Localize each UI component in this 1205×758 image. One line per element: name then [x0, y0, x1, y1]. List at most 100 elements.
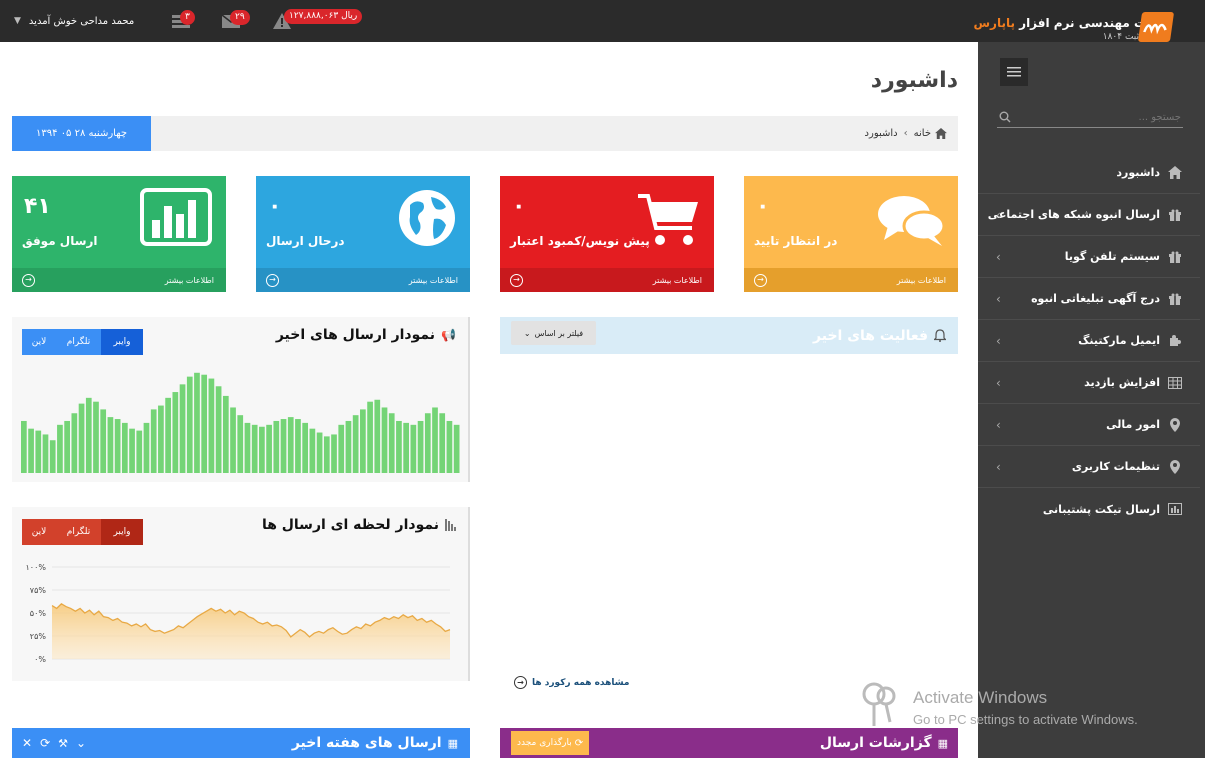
chart-bar [266, 424, 272, 473]
chart-bar [35, 430, 42, 473]
chart-bar [143, 422, 150, 473]
chart-bar [323, 436, 330, 473]
sidebar-item-user-settings[interactable]: ‹ تنظیمات کاربری [978, 446, 1200, 488]
sidebar-item-traffic[interactable]: ‹ افزایش بازدید [978, 362, 1200, 404]
tile-successful-sends: ۴۱ ارسال موفق → اطلاعات بیشتر [12, 176, 226, 292]
chevron-down-icon[interactable]: ⌄ [76, 736, 86, 750]
chart-bar [259, 426, 265, 473]
send-reports-title: ▦ گزارشات ارسال [819, 735, 948, 751]
y-tick-label: ۵۰% [30, 609, 47, 618]
chart-bar [222, 395, 229, 473]
chart-bar [396, 420, 402, 473]
recent-sends-bar-chart [21, 372, 460, 473]
tab-telegram[interactable]: تلگرام [56, 329, 101, 355]
tile-number: ۰ [268, 194, 282, 219]
sidebar-item-finance[interactable]: ‹ امور مالی [978, 404, 1200, 446]
brand: شرکت مهندسی نرم افزار پاپارس ثبت ۱۸۰۴ [923, 4, 1173, 42]
chart-bar [432, 407, 438, 473]
tab-viber[interactable]: وایبر [101, 519, 143, 545]
tile-label: درحال ارسال [266, 234, 345, 248]
chart-bar [453, 424, 460, 473]
chevron-left-icon: ‹ [996, 459, 1001, 474]
home-icon [935, 128, 947, 139]
search-icon[interactable] [999, 111, 1011, 123]
weekly-sends-header: ✕ ⟳ ⚒ ⌄ ▦ ارسال های هفته اخیر [12, 728, 470, 758]
chart-bar [273, 420, 280, 473]
bar-chart-icon [140, 188, 212, 246]
filter-dropdown[interactable]: ⌄ فیلتر بر اساس [511, 321, 596, 345]
mail-button[interactable]: ۲۹ [222, 0, 250, 42]
company-name: شرکت مهندسی نرم افزار پاپارس [973, 16, 1173, 30]
chevron-left-icon: ‹ [996, 333, 1001, 348]
wrench-icon[interactable]: ⚒ [58, 737, 68, 750]
tile-footer[interactable]: → اطلاعات بیشتر [500, 268, 714, 292]
tab-line[interactable]: لاین [22, 329, 56, 355]
tile-footer[interactable]: → اطلاعات بیشتر [744, 268, 958, 292]
chart-bar [309, 428, 316, 473]
chart-bar [49, 440, 56, 473]
sidebar-item-ads[interactable]: ‹ درج آگهی تبلیغاتی انبوه [978, 278, 1200, 320]
chart-bar [446, 420, 453, 473]
comments-icon [878, 196, 946, 246]
chart-bar [360, 409, 366, 473]
chart-bar [280, 419, 287, 473]
chart-bar [374, 399, 381, 473]
y-tick-label: ۰% [34, 655, 46, 664]
tile-label: در انتظار تایید [754, 234, 838, 248]
tab-line[interactable]: لاین [22, 519, 56, 545]
sidebar-item-social-bulk[interactable]: ‹ ارسال انبوه شبکه های اجتماعی [978, 194, 1200, 236]
chart-bar [165, 397, 171, 473]
search-input[interactable] [1015, 108, 1181, 126]
chart-bar [410, 424, 417, 473]
refresh-icon[interactable]: ⟳ [40, 736, 50, 750]
sidebar-item-ivr[interactable]: ‹ سیستم تلفن گویا [978, 236, 1200, 278]
chart-bar [42, 434, 49, 473]
realtime-chart-title: نمودار لحظه ای ارسال ها [262, 517, 456, 533]
y-tick-label: ۷۵% [30, 586, 47, 595]
chevron-left-icon: ‹ [996, 417, 1001, 432]
map-marker-icon [1168, 417, 1182, 432]
chart-bar [439, 413, 446, 473]
breadcrumb-home-link[interactable]: خانه [914, 128, 931, 139]
user-menu[interactable]: ▼ محمد مداحی خوش آمدید [14, 0, 134, 42]
credit-button[interactable]: ۱۲۷,۸۸۸,۰۶۳ ریال [272, 0, 372, 42]
arrow-circle-icon: → [22, 273, 35, 287]
watermark-line1: Activate Windows [913, 688, 1048, 707]
weekly-sends-title: ▦ ارسال های هفته اخیر [291, 735, 458, 751]
chart-bar [150, 409, 157, 473]
date-box: چهارشنبه ۲۸ ۰۵ ۱۳۹۴ [12, 116, 151, 151]
tile-number: ۰ [512, 194, 526, 219]
mail-badge: ۲۹ [230, 10, 250, 25]
tile-label: ارسال موفق [22, 234, 98, 248]
sidebar-item-email-marketing[interactable]: ‹ ایمیل مارکتینگ [978, 320, 1200, 362]
watermark-line2: Go to PC settings to activate Windows. [913, 712, 1138, 727]
close-icon[interactable]: ✕ [22, 736, 32, 750]
view-all-records-link[interactable]: → مشاهده همه رکورد ها [514, 676, 629, 689]
key-icon [862, 682, 896, 726]
reload-button[interactable]: بارگذاری مجدد ⟳ [511, 731, 590, 755]
chart-bar [100, 409, 107, 473]
chart-bar [331, 434, 337, 473]
sidebar-item-dashboard[interactable]: داشبورد [978, 152, 1200, 194]
chart-bar [345, 420, 352, 473]
page-title: داشبورد [870, 68, 958, 93]
tab-viber[interactable]: وایبر [101, 329, 143, 355]
tab-telegram[interactable]: تلگرام [56, 519, 101, 545]
recent-sends-panel: لاین تلگرام وایبر 📢 نمودار ارسال های اخی… [12, 317, 470, 482]
chart-bar [158, 405, 164, 473]
arrow-circle-icon: → [514, 676, 527, 689]
user-welcome-label: محمد مداحی خوش آمدید [28, 15, 135, 27]
y-tick-label: ۲۵% [30, 632, 47, 641]
tile-number: ۴۱ [24, 194, 51, 219]
tile-footer[interactable]: → اطلاعات بیشتر [256, 268, 470, 292]
tile-pending-approval: ۰ در انتظار تایید → اطلاعات بیشتر [744, 176, 958, 292]
menu-toggle-button[interactable] [1000, 58, 1028, 86]
chart-bar [251, 424, 258, 473]
tasks-button[interactable]: ۳ [172, 0, 195, 42]
chart-bar [338, 424, 345, 473]
sidebar-item-support-ticket[interactable]: ارسال تیکت پشتیبانی [978, 488, 1200, 530]
panel-controls: ✕ ⟳ ⚒ ⌄ [22, 736, 86, 750]
chart-bar [295, 419, 301, 473]
tile-footer[interactable]: → اطلاعات بیشتر [12, 268, 226, 292]
registration-label: ثبت ۱۸۰۴ [1102, 32, 1139, 42]
